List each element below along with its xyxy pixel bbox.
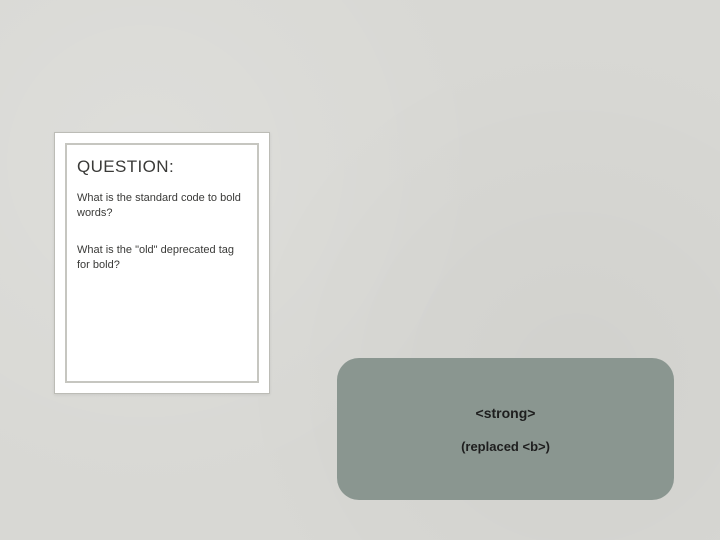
question-heading: QUESTION:: [77, 157, 247, 177]
question-text-2: What is the "old" deprecated tag for bol…: [77, 243, 247, 273]
answer-sub: (replaced <b>): [461, 439, 550, 454]
answer-main: <strong>: [476, 405, 536, 421]
answer-card: <strong> (replaced <b>): [337, 358, 674, 500]
question-card: QUESTION: What is the standard code to b…: [54, 132, 270, 394]
question-text-1: What is the standard code to bold words?: [77, 191, 247, 221]
question-card-inner: QUESTION: What is the standard code to b…: [65, 143, 259, 383]
